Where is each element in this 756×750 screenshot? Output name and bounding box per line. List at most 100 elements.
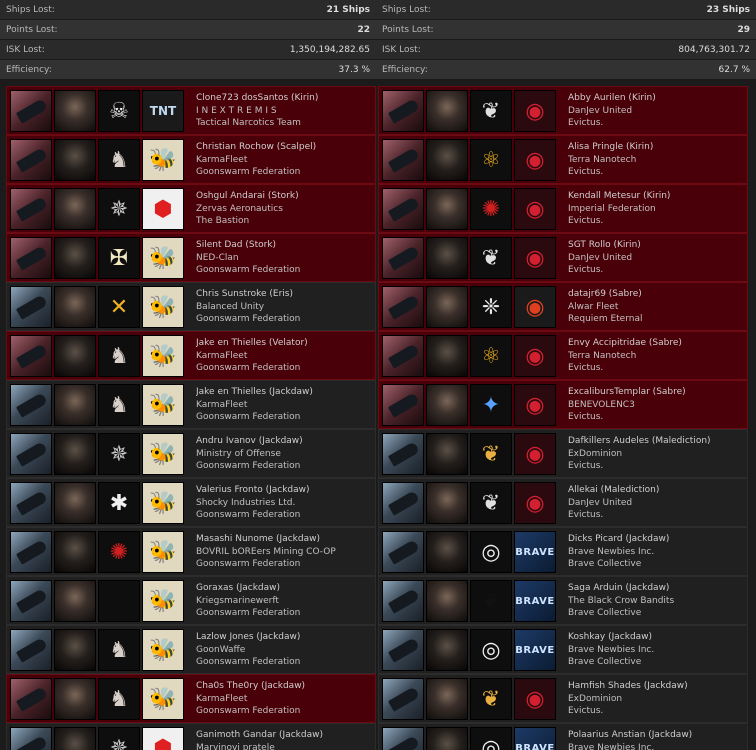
ship-image[interactable] [382,433,424,475]
pilot-name[interactable]: Hamfish Shades (Jackdaw) [568,680,743,693]
alliance-logo[interactable]: ◉ [514,286,556,328]
alliance-logo[interactable]: ◉ [514,90,556,132]
alliance-logo[interactable]: ⬢ [142,727,184,750]
alliance-name[interactable]: Evictus. [568,705,743,718]
pilot-portrait[interactable] [54,237,96,279]
pilot-row[interactable]: ❈ ◉ datajr69 (Sabre) Alwar Fleet Requiem Ete… [378,282,748,331]
pilot-portrait[interactable] [54,139,96,181]
corp-logo[interactable]: ❦ [470,237,512,279]
pilot-name[interactable]: ExcalibursTemplar (Sabre) [568,386,743,399]
corp-logo[interactable]: ✠ [98,237,140,279]
alliance-name[interactable]: Evictus. [568,215,743,228]
alliance-logo[interactable]: 🐝 [142,384,184,426]
alliance-name[interactable]: Goonswarm Federation [196,656,371,669]
corp-logo[interactable]: ⚛ [470,335,512,377]
pilot-name[interactable]: Koshkay (Jackdaw) [568,631,743,644]
corp-name[interactable]: BENEVOLENC3 [568,399,743,412]
pilot-portrait[interactable] [54,727,96,750]
alliance-logo[interactable]: ◉ [514,433,556,475]
corp-name[interactable]: Terra Nanotech [568,154,743,167]
ship-image[interactable] [382,629,424,671]
alliance-name[interactable]: Goonswarm Federation [196,460,371,473]
alliance-logo[interactable]: ⬢ [142,188,184,230]
alliance-name[interactable]: Goonswarm Federation [196,264,371,277]
pilot-portrait[interactable] [426,678,468,720]
pilot-portrait[interactable] [54,482,96,524]
corp-name[interactable]: GoonWaffe [196,644,371,657]
corp-name[interactable]: Brave Newbies Inc. [568,742,743,750]
corp-name[interactable]: NED-Clan [196,252,371,265]
pilot-portrait[interactable] [426,433,468,475]
corp-name[interactable]: Alwar Fleet [568,301,743,314]
alliance-logo[interactable]: 🐝 [142,629,184,671]
pilot-row[interactable]: ☠ TNT Clone723 dosSantos (Kirin) I N E X T … [6,86,376,135]
corp-logo[interactable]: ✦ [470,384,512,426]
pilot-name[interactable]: Oshgul Andarai (Stork) [196,190,371,203]
pilot-row[interactable]: ✠ 🐝 Silent Dad (Stork) NED-Clan Goonswarm Fe… [6,233,376,282]
corp-logo[interactable]: ✵ [98,433,140,475]
corp-logo[interactable]: ✺ [470,188,512,230]
pilot-portrait[interactable] [426,90,468,132]
corp-name[interactable]: KarmaFleet [196,154,371,167]
ship-image[interactable] [10,629,52,671]
pilot-row[interactable]: ◎ BRAVE Koshkay (Jackdaw) Brave Newbies Inc… [378,625,748,674]
pilot-name[interactable]: Alisa Pringle (Kirin) [568,141,743,154]
alliance-name[interactable]: The Bastion [196,215,371,228]
pilot-row[interactable]: ♞ 🐝 Christian Rochow (Scalpel) KarmaFleet Go… [6,135,376,184]
corp-logo[interactable]: ♞ [98,335,140,377]
pilot-portrait[interactable] [54,335,96,377]
pilot-portrait[interactable] [54,433,96,475]
pilot-row[interactable]: ⚛ ◉ Alisa Pringle (Kirin) Terra Nanotech Evi… [378,135,748,184]
corp-logo[interactable]: ❦ [470,482,512,524]
ship-image[interactable] [382,188,424,230]
corp-name[interactable]: ExDominion [568,448,743,461]
alliance-logo[interactable]: BRAVE [514,580,556,622]
corp-logo[interactable]: ✕ [98,286,140,328]
alliance-name[interactable]: Evictus. [568,264,743,277]
alliance-logo[interactable]: 🐝 [142,139,184,181]
alliance-logo[interactable]: 🐝 [142,433,184,475]
corp-logo[interactable]: ♞ [98,629,140,671]
ship-image[interactable] [10,286,52,328]
corp-logo[interactable]: ❦ [470,580,512,622]
corp-name[interactable]: BOVRIL bOREers Mining CO-OP [196,546,371,559]
pilot-name[interactable]: Silent Dad (Stork) [196,239,371,252]
pilot-name[interactable]: Jake en Thielles (Jackdaw) [196,386,371,399]
ship-image[interactable] [382,237,424,279]
alliance-name[interactable]: Goonswarm Federation [196,166,371,179]
pilot-row[interactable]: ✺ ◉ Kendall Metesur (Kirin) Imperial Federa… [378,184,748,233]
alliance-name[interactable]: Goonswarm Federation [196,313,371,326]
pilot-name[interactable]: Jake en Thielles (Velator) [196,337,371,350]
pilot-name[interactable]: Envy Accipitridae (Sabre) [568,337,743,350]
pilot-name[interactable]: Christian Rochow (Scalpel) [196,141,371,154]
ship-image[interactable] [382,384,424,426]
alliance-name[interactable]: Brave Collective [568,607,743,620]
corp-name[interactable]: Terra Nanotech [568,350,743,363]
corp-logo[interactable]: ❦ [470,90,512,132]
pilot-name[interactable]: Polaarius Anstian (Jackdaw) [568,729,743,742]
alliance-logo[interactable]: 🐝 [142,286,184,328]
corp-name[interactable]: DanJev United [568,252,743,265]
pilot-portrait[interactable] [426,384,468,426]
pilot-portrait[interactable] [426,335,468,377]
pilot-portrait[interactable] [426,139,468,181]
corp-name[interactable]: Marvinovi pratele [196,742,371,750]
pilot-row[interactable]: ◎ BRAVE Polaarius Anstian (Jackdaw) Brave N… [378,723,748,750]
ship-image[interactable] [382,139,424,181]
pilot-portrait[interactable] [54,188,96,230]
corp-logo[interactable]: ♞ [98,678,140,720]
ship-image[interactable] [10,139,52,181]
pilot-name[interactable]: Goraxas (Jackdaw) [196,582,371,595]
pilot-name[interactable]: Abby Aurilen (Kirin) [568,92,743,105]
corp-logo[interactable] [98,580,140,622]
pilot-name[interactable]: Andru Ivanov (Jackdaw) [196,435,371,448]
ship-image[interactable] [382,580,424,622]
ship-image[interactable] [382,90,424,132]
corp-logo[interactable]: ♞ [98,384,140,426]
alliance-name[interactable]: Goonswarm Federation [196,558,371,571]
alliance-name[interactable]: Evictus. [568,509,743,522]
corp-logo[interactable]: ✱ [98,482,140,524]
pilot-row[interactable]: ♞ 🐝 Cha0s The0ry (Jackdaw) KarmaFleet Goonsw… [6,674,376,723]
ship-image[interactable] [382,678,424,720]
corp-name[interactable]: Ministry of Offense [196,448,371,461]
